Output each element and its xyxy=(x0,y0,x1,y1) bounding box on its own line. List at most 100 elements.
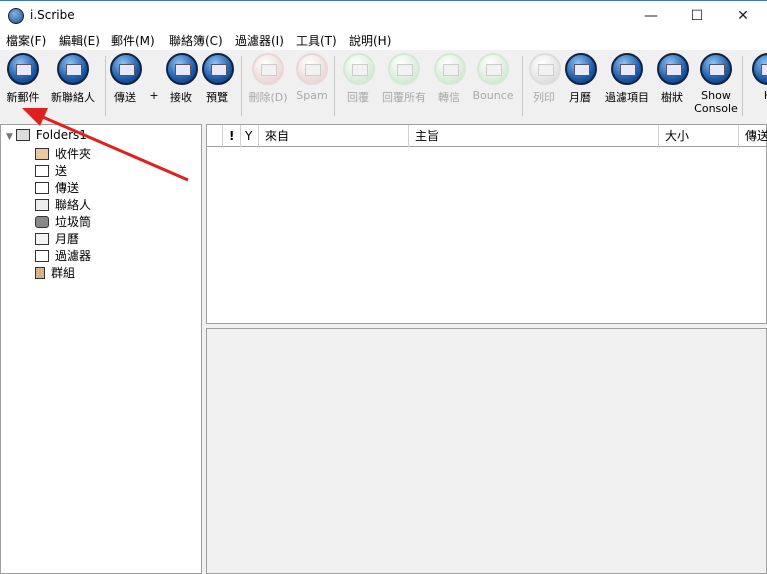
tree-label: 傳送 xyxy=(55,181,80,195)
window-title: i.Scribe xyxy=(30,8,75,22)
menu-filters[interactable]: 過濾器(I) xyxy=(235,32,284,49)
calendar-icon xyxy=(565,53,597,85)
preview-button[interactable]: 預覽 xyxy=(202,53,234,105)
tree-item-filters[interactable]: 過濾器 xyxy=(35,247,91,264)
column-flag[interactable]: Y xyxy=(241,125,259,147)
new-contact-icon xyxy=(57,53,89,85)
button-label: 預覽 xyxy=(206,91,228,104)
tree-item-contacts[interactable]: 聯絡人 xyxy=(35,196,91,213)
separator xyxy=(105,56,106,116)
filter-icon xyxy=(611,53,643,85)
separator xyxy=(334,56,335,116)
column-sent[interactable]: 傳送 xyxy=(739,125,767,147)
button-label: Console xyxy=(694,102,738,115)
tree-label: 聯絡人 xyxy=(55,198,92,212)
bounce-button[interactable]: Bounce xyxy=(470,53,516,102)
tree-icon xyxy=(657,53,689,85)
delete-button[interactable]: 刪除(D) xyxy=(248,53,288,105)
tree-item-inbox[interactable]: 收件夾 xyxy=(35,145,91,162)
button-label: + xyxy=(149,89,159,102)
print-button[interactable]: 列印 xyxy=(529,53,561,105)
delete-icon xyxy=(252,53,284,85)
button-label: 刪除(D) xyxy=(248,91,288,104)
outbox-icon xyxy=(35,165,49,177)
send-receive-plus[interactable]: + xyxy=(149,89,159,102)
minimize-button[interactable]: — xyxy=(628,1,674,31)
tree-item-sent[interactable]: 傳送 xyxy=(35,179,79,196)
new-mail-button[interactable]: 新郵件 xyxy=(5,53,41,105)
tree-label: 收件夾 xyxy=(55,147,92,161)
button-label: Show xyxy=(701,89,731,102)
filter-icon xyxy=(35,250,49,262)
show-console-button[interactable]: Show Console xyxy=(694,53,738,115)
close-button[interactable]: ✕ xyxy=(720,1,766,31)
calendar-icon xyxy=(35,233,49,245)
menu-edit[interactable]: 編輯(E) xyxy=(59,32,100,49)
help-button[interactable]: H xyxy=(751,53,767,102)
reply-all-icon xyxy=(388,53,420,85)
tree-root-folders1[interactable]: ▼ Folders1 xyxy=(6,128,87,145)
button-label: 回覆所有 xyxy=(382,91,426,104)
maximize-button[interactable]: ☐ xyxy=(674,1,720,31)
separator xyxy=(742,56,743,116)
reply-all-button[interactable]: 回覆所有 xyxy=(379,53,429,105)
folder-tree: ▼ Folders1 收件夾 送 傳送 聯絡人 垃圾筒 月曆 過濾器 群組 xyxy=(0,124,202,574)
button-label: 新聯絡人 xyxy=(51,91,95,104)
send-button[interactable]: 傳送 xyxy=(110,53,142,105)
button-label: 轉信 xyxy=(438,91,460,104)
preview-pane xyxy=(206,328,767,574)
menu-file[interactable]: 檔案(F) xyxy=(6,32,46,49)
menu-mail[interactable]: 郵件(M) xyxy=(111,32,155,49)
contacts-icon xyxy=(35,199,49,211)
print-icon xyxy=(529,53,561,85)
tree-item-trash[interactable]: 垃圾筒 xyxy=(35,213,91,230)
tree-item-calendar[interactable]: 月曆 xyxy=(35,230,79,247)
separator xyxy=(241,56,242,116)
app-icon xyxy=(8,8,24,24)
new-contact-button[interactable]: 新聯絡人 xyxy=(49,53,97,105)
receive-button[interactable]: 接收 xyxy=(166,53,198,105)
column-priority[interactable]: ! xyxy=(223,125,241,147)
column-size[interactable]: 大小 xyxy=(659,125,739,147)
calendar-button[interactable]: 月曆 xyxy=(565,53,597,105)
button-label: 樹狀 xyxy=(661,91,683,104)
message-list[interactable]: ! Y 來自 主旨 大小 傳送 xyxy=(206,124,767,324)
tree-label: 垃圾筒 xyxy=(55,215,92,229)
menu-contacts[interactable]: 聯絡簿(C) xyxy=(169,32,223,49)
bounce-icon xyxy=(477,53,509,85)
tree-label: Folders1 xyxy=(35,128,87,142)
button-label: 新郵件 xyxy=(6,91,40,104)
console-icon xyxy=(700,53,732,85)
send-icon xyxy=(110,53,142,85)
separator xyxy=(522,56,523,116)
tree-label: 送 xyxy=(55,164,68,178)
menu-tools[interactable]: 工具(T) xyxy=(296,32,337,49)
button-label: Bounce xyxy=(472,89,514,102)
preview-icon xyxy=(202,53,234,85)
column-blank[interactable] xyxy=(207,125,223,147)
column-subject[interactable]: 主旨 xyxy=(409,125,659,147)
tree-label: 過濾器 xyxy=(55,249,92,263)
button-label: 傳送 xyxy=(114,91,136,104)
reply-icon xyxy=(343,53,375,85)
spam-button[interactable]: Spam xyxy=(295,53,329,102)
tree-item-outbox[interactable]: 送 xyxy=(35,162,67,179)
receive-icon xyxy=(166,53,198,85)
expand-arrow-icon[interactable]: ▼ xyxy=(6,132,13,142)
forward-button[interactable]: 轉信 xyxy=(434,53,466,105)
button-label: 列印 xyxy=(533,91,555,104)
button-label: 月曆 xyxy=(569,91,591,104)
tree-item-groups[interactable]: 群組 xyxy=(35,264,75,281)
tree-label: 群組 xyxy=(51,266,76,280)
button-label: 回覆 xyxy=(347,91,369,104)
tree-view-button[interactable]: 樹狀 xyxy=(657,53,689,105)
column-from[interactable]: 來自 xyxy=(259,125,409,147)
toolbar: 新郵件 新聯絡人 傳送 + 接收 預覽 刪除(D) Spam 回覆 回覆所有 轉… xyxy=(0,50,767,122)
folders-root-icon xyxy=(15,129,30,141)
button-label: Spam xyxy=(296,89,328,102)
filter-items-button[interactable]: 過濾項目 xyxy=(602,53,652,105)
button-label: 接收 xyxy=(170,91,192,104)
forward-icon xyxy=(434,53,466,85)
reply-button[interactable]: 回覆 xyxy=(343,53,375,105)
menu-help[interactable]: 說明(H) xyxy=(349,32,391,49)
